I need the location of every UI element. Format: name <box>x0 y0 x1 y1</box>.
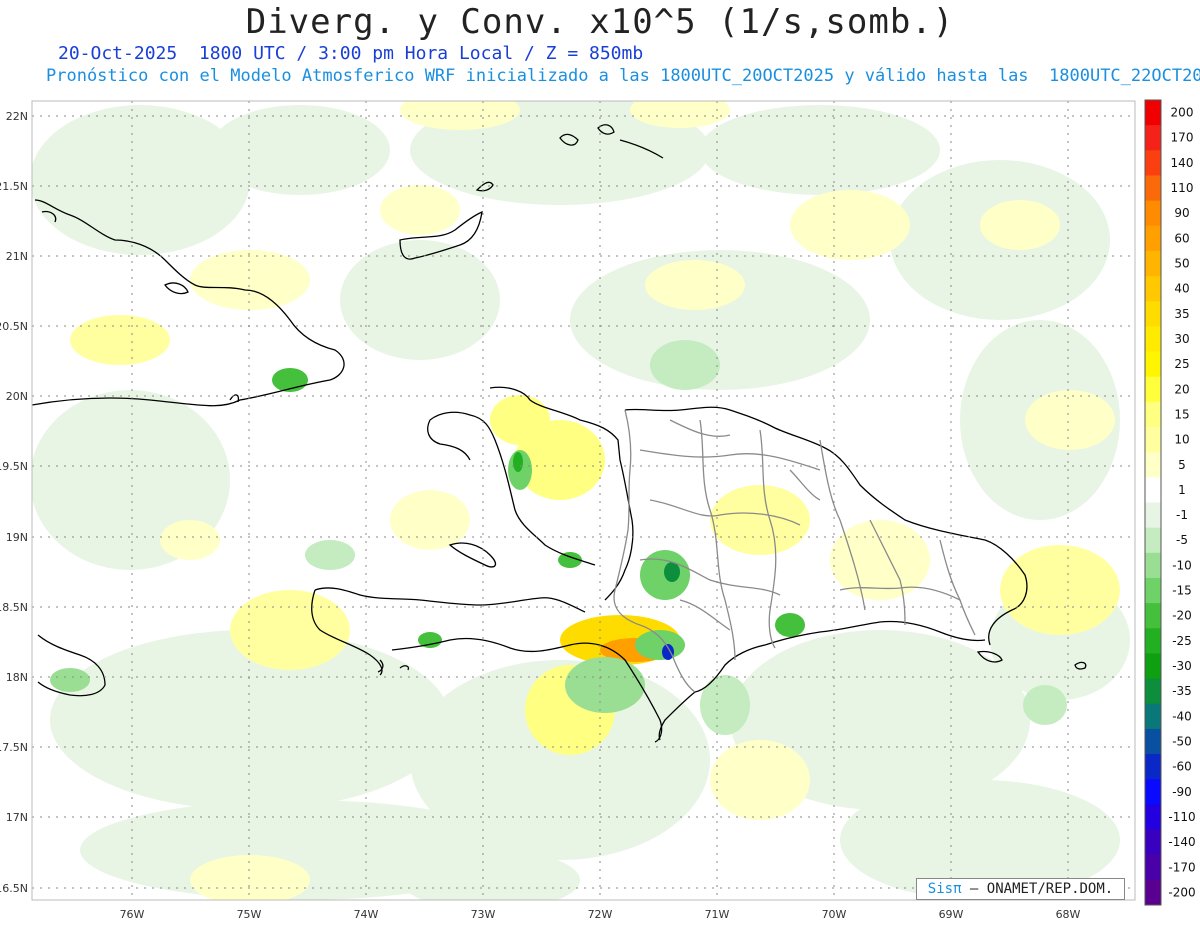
colorbar-label: -35 <box>1172 684 1192 698</box>
lon-label: 75W <box>237 908 262 921</box>
divergence-map: 22N 21.5N 21N 20.5N 20N 19.5N 19N 18.5N … <box>0 99 1196 921</box>
colorbar-swatch <box>1145 452 1161 478</box>
plot-area <box>32 101 1135 900</box>
colorbar-label: -110 <box>1168 810 1195 824</box>
colorbar-label: 170 <box>1171 131 1194 145</box>
colorbar: 200 170 140 110 90 60 50 40 35 30 25 20 15 10 5 1 -1 -5 -1… <box>1144 99 1196 906</box>
colorbar-label: -40 <box>1172 709 1192 723</box>
longitude-labels: 76W 75W 74W 73W 72W 71W 70W 69W 68W <box>120 908 1081 921</box>
colorbar-swatch <box>1145 427 1161 453</box>
colorbar-swatch <box>1145 225 1161 252</box>
colorbar-label: 10 <box>1174 433 1189 447</box>
lon-label: 73W <box>471 908 496 921</box>
colorbar-swatch <box>1145 401 1161 428</box>
lon-label: 71W <box>705 908 730 921</box>
lon-label: 68W <box>1056 908 1081 921</box>
lon-label: 69W <box>939 908 964 921</box>
colorbar-label: -50 <box>1172 734 1192 748</box>
lat-label: 22N <box>6 110 28 123</box>
colorbar-swatch <box>1145 527 1161 554</box>
colorbar-swatch <box>1145 276 1161 302</box>
colorbar-swatch <box>1145 653 1161 680</box>
colorbar-swatch <box>1145 628 1161 654</box>
colorbar-swatch <box>1145 125 1161 151</box>
colorbar-label: -20 <box>1172 609 1192 623</box>
lat-label: 21.5N <box>0 180 28 193</box>
colorbar-label: 50 <box>1174 257 1189 271</box>
lat-label: 20.5N <box>0 320 28 333</box>
colorbar-label: 35 <box>1174 307 1189 321</box>
lat-label: 18N <box>6 671 28 684</box>
colorbar-swatch <box>1145 703 1161 730</box>
colorbar-label: 40 <box>1174 282 1189 296</box>
colorbar-swatch <box>1145 502 1161 529</box>
colorbar-label: -15 <box>1172 584 1192 598</box>
colorbar-label: -30 <box>1172 659 1192 673</box>
colorbar-label: -10 <box>1172 558 1192 572</box>
colorbar-swatch <box>1145 779 1161 805</box>
colorbar-label: -60 <box>1172 760 1192 774</box>
colorbar-label: 30 <box>1174 332 1189 346</box>
lat-label: 18.5N <box>0 601 28 614</box>
lat-label: 21N <box>6 250 28 263</box>
credit-org: – ONAMET/REP.DOM. <box>961 881 1114 897</box>
colorbar-label: 110 <box>1171 181 1194 195</box>
colorbar-swatch <box>1145 351 1161 378</box>
colorbar-swatch <box>1145 552 1161 579</box>
colorbar-swatch <box>1145 829 1161 856</box>
colorbar-label: 140 <box>1171 156 1194 170</box>
lon-label: 76W <box>120 908 145 921</box>
colorbar-label: 200 <box>1171 106 1194 120</box>
colorbar-swatch <box>1145 250 1161 277</box>
colorbar-swatch <box>1145 804 1161 831</box>
colorbar-swatch <box>1145 577 1161 604</box>
lon-label: 72W <box>588 908 613 921</box>
colorbar-label: 90 <box>1174 206 1189 220</box>
colorbar-swatch <box>1145 854 1161 881</box>
latitude-labels: 22N 21.5N 21N 20.5N 20N 19.5N 19N 18.5N … <box>0 110 28 895</box>
colorbar-swatch <box>1145 678 1161 705</box>
colorbar-label: 60 <box>1174 231 1189 245</box>
lat-label: 16.5N <box>0 882 28 895</box>
lon-label: 74W <box>354 908 379 921</box>
lat-label: 17.5N <box>0 741 28 754</box>
colorbar-swatch <box>1145 150 1161 176</box>
colorbar-label: 25 <box>1174 357 1189 371</box>
lon-label: 70W <box>822 908 847 921</box>
colorbar-label: -170 <box>1168 860 1195 874</box>
colorbar-swatch <box>1145 175 1161 202</box>
lat-label: 19.5N <box>0 460 28 473</box>
colorbar-swatch <box>1145 200 1161 227</box>
colorbar-swatch <box>1145 603 1161 629</box>
colorbar-label: -140 <box>1168 835 1195 849</box>
credit-box: Sisπ – ONAMET/REP.DOM. <box>916 878 1125 900</box>
lat-label: 17N <box>6 811 28 824</box>
colorbar-label: -200 <box>1168 885 1195 899</box>
colorbar-label: 5 <box>1178 458 1186 472</box>
colorbar-swatch <box>1145 754 1161 780</box>
colorbar-label: -25 <box>1172 634 1192 648</box>
lat-label: 19N <box>6 531 28 544</box>
sispi-logo-text: Sisπ <box>927 881 962 897</box>
colorbar-label: -90 <box>1172 785 1192 799</box>
colorbar-swatch <box>1145 477 1161 503</box>
lat-label: 20N <box>6 390 28 403</box>
colorbar-swatch <box>1145 326 1161 353</box>
colorbar-swatch <box>1145 728 1161 755</box>
colorbar-swatch <box>1145 301 1161 327</box>
colorbar-swatch <box>1145 100 1161 126</box>
colorbar-label: -1 <box>1176 508 1188 522</box>
colorbar-label: -5 <box>1176 533 1188 547</box>
colorbar-swatch <box>1145 376 1161 403</box>
colorbar-label: 15 <box>1174 407 1189 421</box>
colorbar-swatch <box>1145 879 1161 906</box>
colorbar-label: 20 <box>1174 382 1189 396</box>
colorbar-label: 1 <box>1178 483 1186 497</box>
